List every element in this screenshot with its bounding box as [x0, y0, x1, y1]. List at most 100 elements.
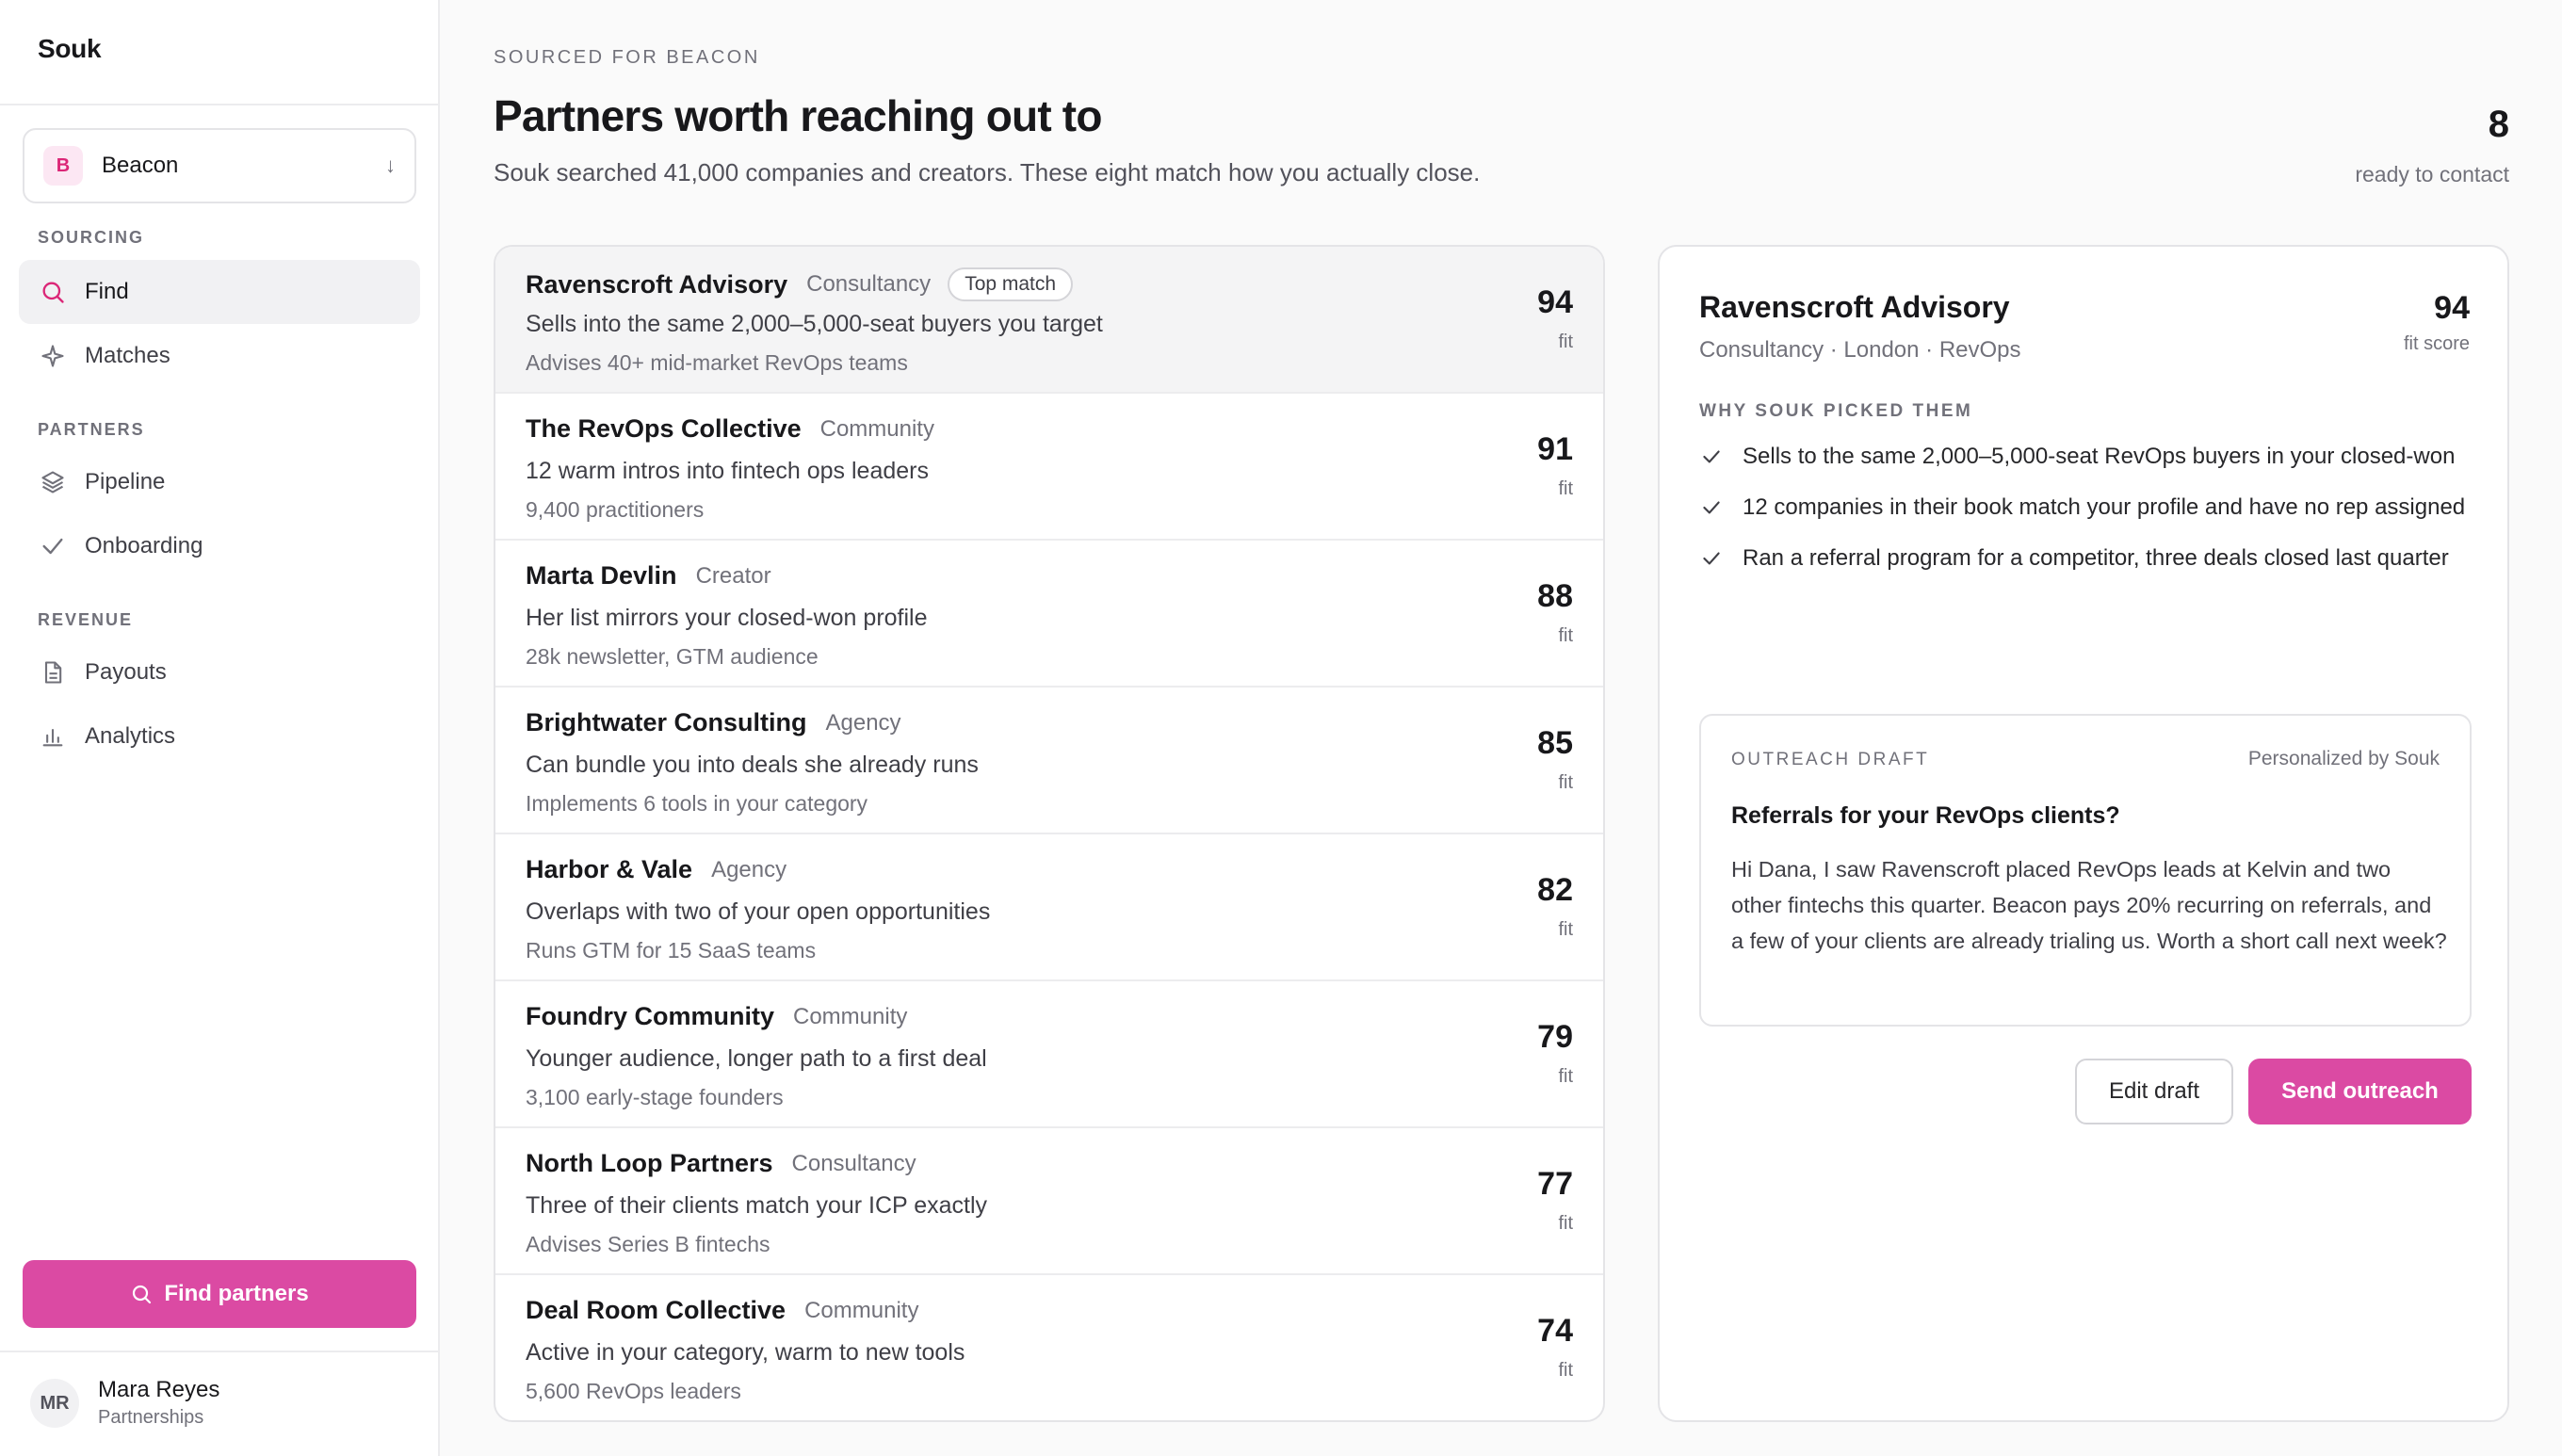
partner-row[interactable]: Marta Devlin Creator Her list mirrors yo…: [495, 541, 1603, 688]
find-partners-button[interactable]: Find partners: [23, 1260, 416, 1328]
partner-reason: Younger audience, longer path to a first…: [526, 1045, 987, 1072]
check-icon: [1703, 450, 1720, 463]
nav-item-analytics[interactable]: Analytics: [19, 704, 420, 768]
app-logo: Souk: [38, 34, 102, 63]
nav-item-payouts[interactable]: Payouts: [19, 640, 420, 704]
partner-name: Marta Devlin: [526, 561, 677, 590]
partner-detail: Advises 40+ mid-market RevOps teams: [526, 350, 908, 375]
workspace-badge: B: [43, 146, 83, 186]
avatar[interactable]: MR: [30, 1379, 79, 1428]
detail-fit-score: 94: [2434, 290, 2470, 326]
nav-item-pipeline[interactable]: Pipeline: [19, 450, 420, 514]
partner-reason: 12 warm intros into fintech ops leaders: [526, 458, 929, 484]
workspace-switcher[interactable]: B Beacon ↓: [23, 128, 416, 203]
nav-label: Pipeline: [85, 469, 166, 494]
document-icon: [38, 657, 68, 688]
partner-row[interactable]: Ravenscroft Advisory Consultancy Top mat…: [495, 247, 1603, 394]
check-icon: [1703, 552, 1720, 565]
top-match-badge: Top match: [948, 267, 1074, 301]
partner-type: Community: [804, 1297, 919, 1323]
nav-section-partners: PARTNERS: [38, 420, 145, 439]
detail-partner-meta: Consultancy · London · RevOps: [1699, 337, 2021, 363]
partner-detail: 9,400 practitioners: [526, 497, 705, 522]
check-icon: [38, 531, 68, 561]
fit-label: fit: [1558, 1066, 1573, 1087]
nav-label: Matches: [85, 343, 170, 368]
partner-name: Brightwater Consulting: [526, 708, 807, 736]
partner-name: Ravenscroft Advisory: [526, 269, 788, 299]
page-subtitle: Souk searched 41,000 companies and creat…: [494, 158, 1481, 186]
edit-draft-button[interactable]: Edit draft: [2075, 1059, 2233, 1124]
partner-row[interactable]: The RevOps Collective Community 12 warm …: [495, 394, 1603, 541]
partner-row[interactable]: Deal Room Collective Community Active in…: [495, 1275, 1603, 1420]
fit-label: fit: [1558, 625, 1573, 646]
nav-item-matches[interactable]: Matches: [19, 324, 420, 388]
page-title: Partners worth reaching out to: [494, 91, 1102, 140]
detail-partner-name: Ravenscroft Advisory: [1699, 290, 2010, 324]
search-icon: [133, 1285, 152, 1304]
divider: [0, 104, 438, 105]
sidebar: Souk B Beacon ↓ SOURCING Find Matches PA…: [0, 0, 440, 1456]
fit-label: fit: [1558, 332, 1573, 352]
partner-list: Ravenscroft Advisory Consultancy Top mat…: [494, 245, 1605, 1422]
partner-row[interactable]: North Loop Partners Consultancy Three of…: [495, 1128, 1603, 1275]
partner-name: Deal Room Collective: [526, 1296, 786, 1324]
reason-text: Ran a referral program for a competitor,…: [1743, 545, 2449, 571]
partner-detail: Advises Series B fintechs: [526, 1232, 770, 1256]
user-role: Partnerships: [98, 1407, 204, 1428]
partner-detail: 28k newsletter, GTM audience: [526, 644, 819, 669]
nav-label: Find: [85, 279, 129, 304]
partner-type: Community: [793, 1003, 908, 1029]
partner-detail: Runs GTM for 15 SaaS teams: [526, 938, 817, 963]
partner-detail-panel: Ravenscroft Advisory Consultancy · Londo…: [1658, 245, 2509, 1422]
send-outreach-button[interactable]: Send outreach: [2248, 1059, 2472, 1124]
partner-reason: Active in your category, warm to new too…: [526, 1339, 965, 1366]
nav-item-find[interactable]: Find: [19, 260, 420, 324]
fit-score: 77: [1537, 1166, 1573, 1202]
nav-section-revenue: REVENUE: [38, 610, 134, 629]
chevron-down-icon: ↓: [385, 154, 396, 177]
draft-eyebrow: OUTREACH DRAFT: [1731, 750, 1930, 769]
fit-score: 91: [1537, 431, 1573, 467]
partner-reason: Her list mirrors your closed-won profile: [526, 605, 928, 631]
partner-detail: Implements 6 tools in your category: [526, 791, 868, 816]
find-partners-label: Find partners: [164, 1281, 309, 1306]
nav-item-onboarding[interactable]: Onboarding: [19, 514, 420, 578]
reason-item: Ran a referral program for a competitor,…: [1699, 542, 2472, 574]
reason-text: Sells to the same 2,000–5,000-seat RevOp…: [1743, 444, 2456, 469]
partner-reason: Three of their clients match your ICP ex…: [526, 1192, 988, 1219]
reason-text: 12 companies in their book match your pr…: [1743, 494, 2466, 520]
fit-score: 88: [1537, 578, 1573, 614]
partner-type: Creator: [695, 562, 771, 589]
layers-icon: [38, 467, 68, 497]
fit-score: 74: [1537, 1313, 1573, 1349]
partner-type: Agency: [711, 856, 787, 882]
partner-name: Harbor & Vale: [526, 855, 693, 883]
bar-chart-icon: [38, 721, 68, 752]
why-picked-heading: WHY SOUK PICKED THEM: [1699, 401, 1973, 421]
fit-score: 82: [1537, 872, 1573, 908]
nav-label: Onboarding: [85, 533, 203, 558]
fit-label: fit: [1558, 772, 1573, 793]
partner-type: Consultancy: [806, 271, 932, 297]
draft-body: Hi Dana, I saw Ravenscroft placed RevOps…: [1731, 857, 2447, 953]
partner-name: North Loop Partners: [526, 1149, 773, 1177]
search-icon: [38, 277, 68, 307]
detail-fit-score-label: fit score: [2403, 333, 2470, 354]
partner-detail: 5,600 RevOps leaders: [526, 1379, 741, 1403]
ready-count-label: ready to contact: [2355, 162, 2509, 186]
fit-label: fit: [1558, 919, 1573, 940]
partner-row[interactable]: Foundry Community Community Younger audi…: [495, 981, 1603, 1128]
partner-row[interactable]: Brightwater Consulting Agency Can bundle…: [495, 688, 1603, 834]
partner-detail: 3,100 early-stage founders: [526, 1085, 784, 1109]
partner-name: Foundry Community: [526, 1002, 774, 1030]
fit-score: 79: [1537, 1019, 1573, 1055]
nav-label: Analytics: [85, 723, 176, 749]
partner-row[interactable]: Harbor & Vale Agency Overlaps with two o…: [495, 834, 1603, 981]
fit-score: 94: [1537, 284, 1573, 320]
workspace-name: Beacon: [102, 153, 179, 178]
partner-reason: Can bundle you into deals she already ru…: [526, 752, 979, 778]
draft-attribution: Personalized by Souk: [2247, 748, 2440, 769]
nav-label: Payouts: [85, 659, 167, 685]
partner-type: Consultancy: [791, 1150, 916, 1176]
